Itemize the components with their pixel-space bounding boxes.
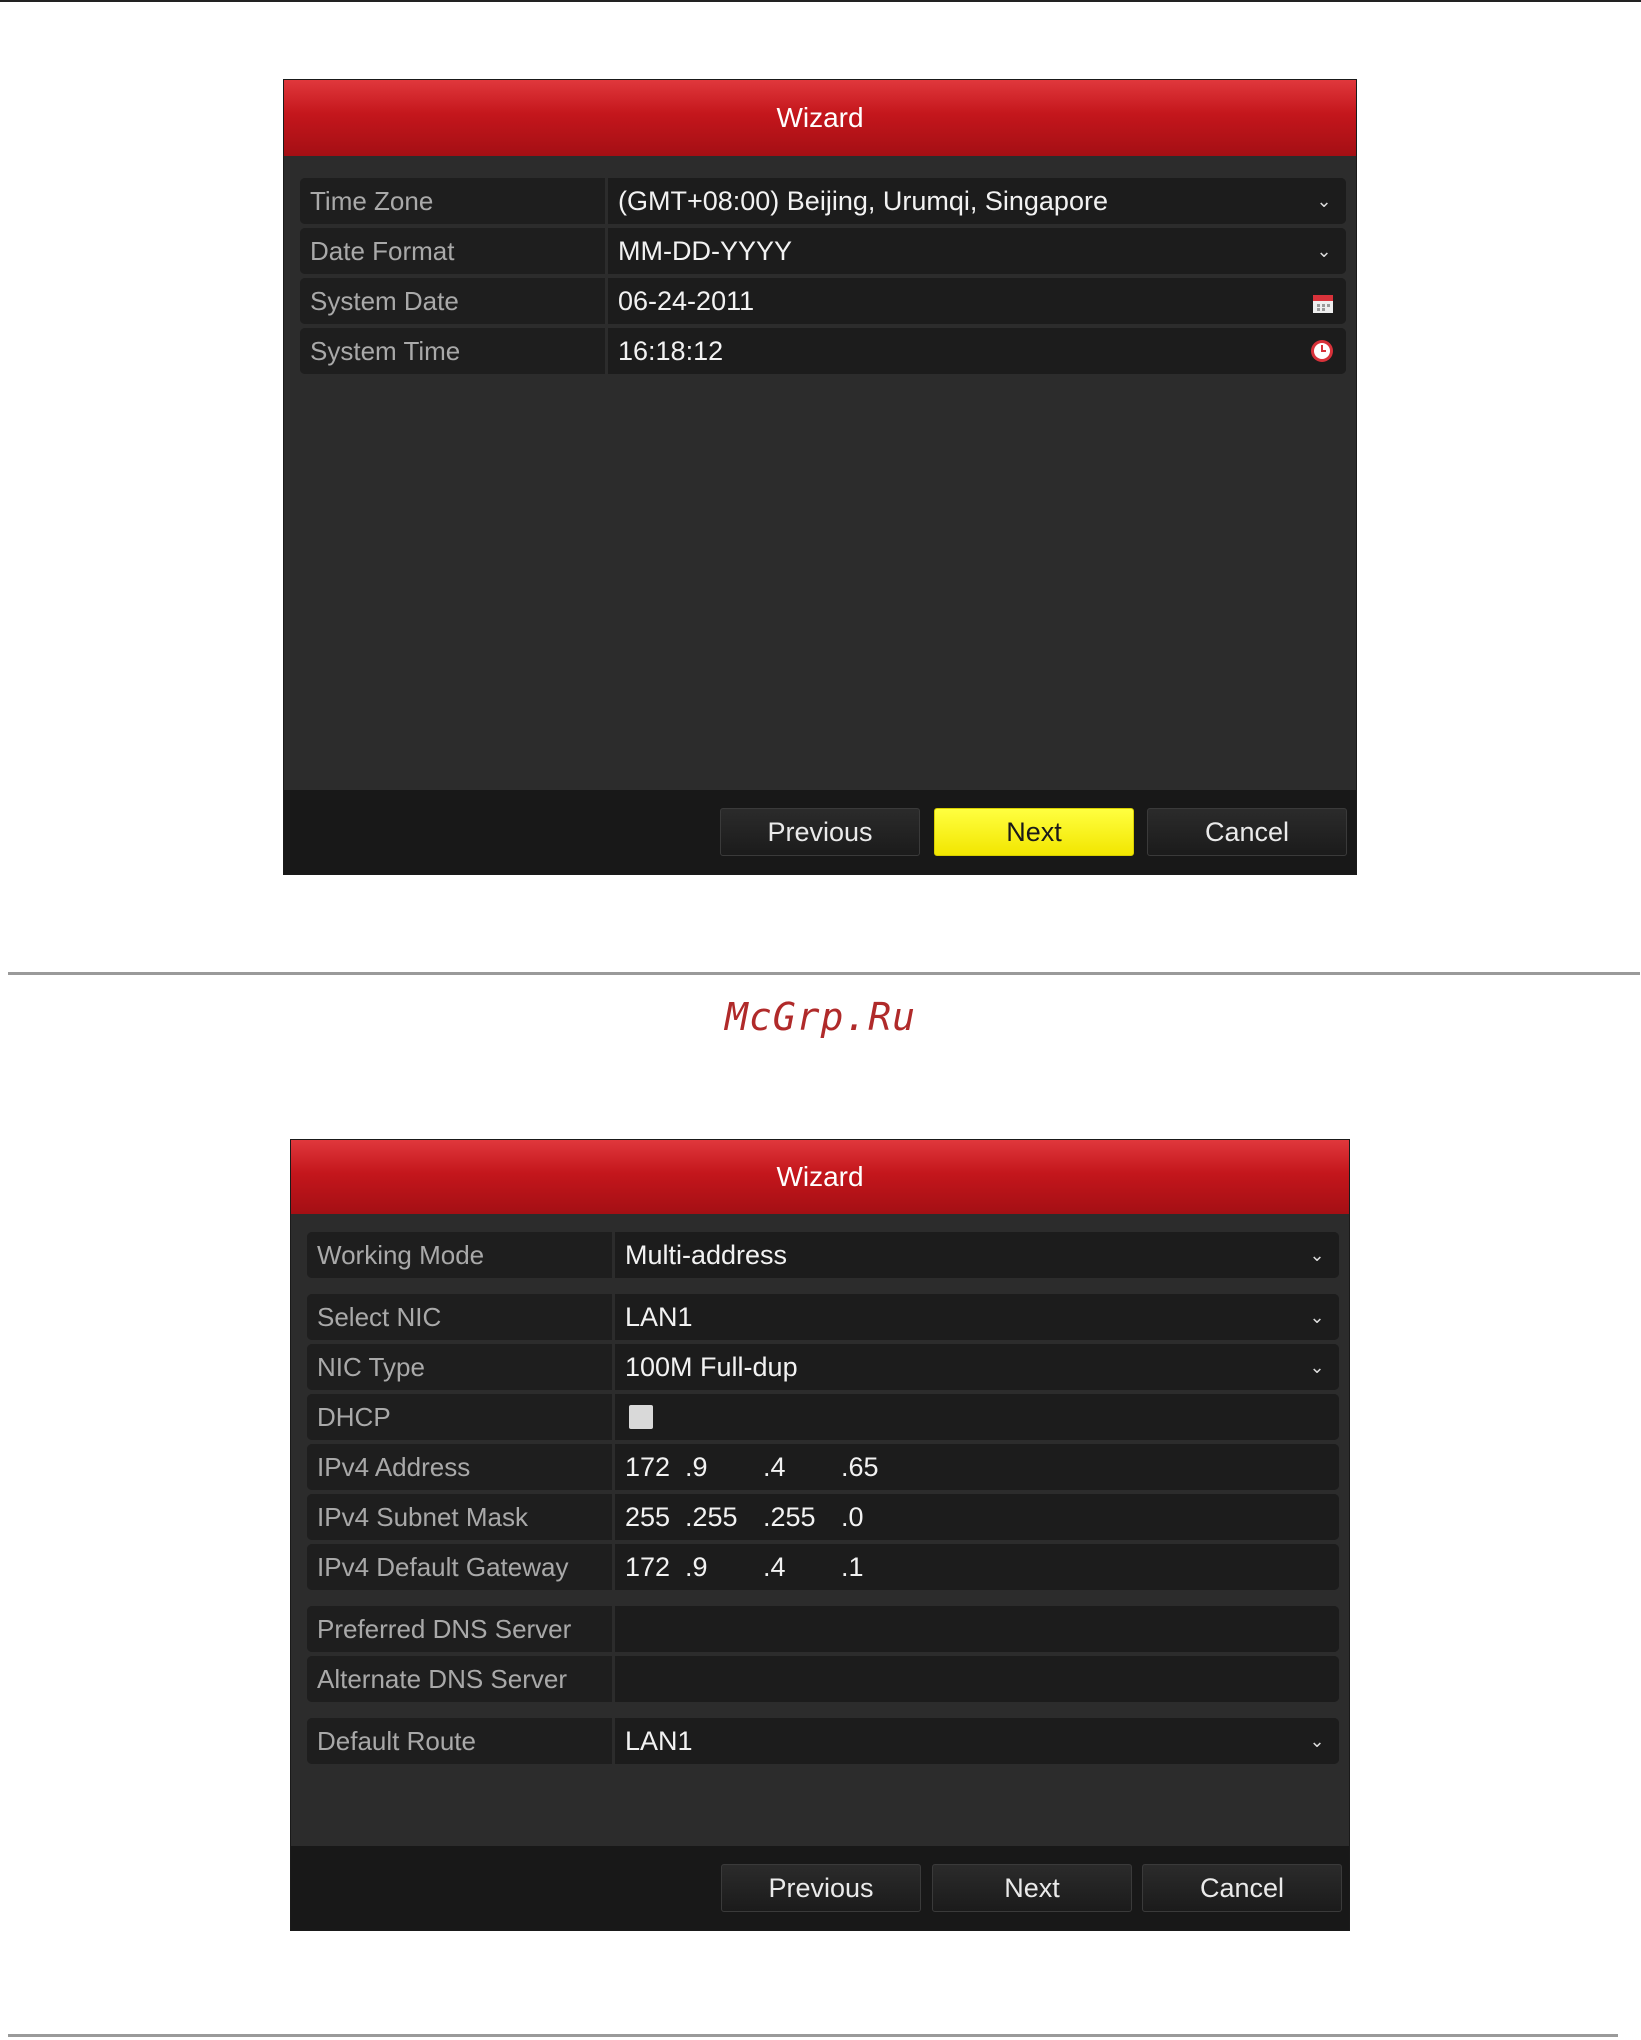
clock-icon[interactable] [1310,339,1334,363]
dhcp-checkbox[interactable] [629,1405,653,1429]
preferred-dns-row: Preferred DNS Server [307,1606,1339,1652]
select-nic-value: LAN1 [625,1301,693,1332]
ip-octet[interactable]: .9 [685,1452,763,1483]
ip-octet[interactable]: .4 [763,1552,841,1583]
date-format-label: Date Format [300,228,608,274]
dhcp-label: DHCP [307,1394,615,1440]
time-zone-label: Time Zone [300,178,608,224]
ipv4-default-gateway-input[interactable]: 172 .9 .4 .1 [615,1544,1339,1590]
working-mode-select[interactable]: Multi-address ⌄ [615,1232,1339,1278]
ipv4-subnet-mask-row: IPv4 Subnet Mask 255 .255 .255 .0 [307,1494,1339,1540]
chevron-down-icon[interactable]: ⌄ [1314,191,1334,212]
nic-type-value: 100M Full-dup [625,1351,798,1382]
nic-type-label: NIC Type [307,1344,615,1390]
cancel-button[interactable]: Cancel [1147,808,1347,856]
ipv4-default-gateway-row: IPv4 Default Gateway 172 .9 .4 .1 [307,1544,1339,1590]
previous-button[interactable]: Previous [721,1864,921,1912]
select-nic-label: Select NIC [307,1294,615,1340]
ip-octet[interactable]: 172 [625,1552,685,1583]
system-date-field[interactable]: 06-24-2011 [608,278,1346,324]
chevron-down-icon[interactable]: ⌄ [1307,1307,1327,1328]
working-mode-label: Working Mode [307,1232,615,1278]
system-time-field[interactable]: 16:18:12 [608,328,1346,374]
network-form: Working Mode Multi-address ⌄ Select NIC … [307,1232,1339,1768]
time-zone-value: (GMT+08:00) Beijing, Urumqi, Singapore [618,185,1108,216]
next-button[interactable]: Next [932,1864,1132,1912]
working-mode-value: Multi-address [625,1239,788,1270]
system-date-label: System Date [300,278,608,324]
dhcp-row: DHCP [307,1394,1339,1440]
ipv4-address-label: IPv4 Address [307,1444,615,1490]
nic-type-row: NIC Type 100M Full-dup ⌄ [307,1344,1339,1390]
dhcp-cell [615,1394,1339,1440]
chevron-down-icon[interactable]: ⌄ [1307,1245,1327,1266]
ip-octet[interactable]: 172 [625,1452,685,1483]
system-date-row: System Date 06-24-2011 [300,278,1346,324]
alternate-dns-label: Alternate DNS Server [307,1656,615,1702]
preferred-dns-input[interactable] [615,1606,1339,1652]
date-format-row: Date Format MM-DD-YYYY ⌄ [300,228,1346,274]
system-time-row: System Time 16:18:12 [300,328,1346,374]
date-format-value: MM-DD-YYYY [618,235,792,266]
next-button[interactable]: Next [934,808,1134,856]
previous-button[interactable]: Previous [720,808,920,856]
ip-octet[interactable]: 255 [625,1502,685,1533]
ipv4-address-row: IPv4 Address 172 .9 .4 .65 [307,1444,1339,1490]
date-format-select[interactable]: MM-DD-YYYY ⌄ [608,228,1346,274]
system-time-value: 16:18:12 [618,335,724,366]
chevron-down-icon[interactable]: ⌄ [1307,1731,1327,1752]
ip-octet[interactable]: .4 [763,1452,841,1483]
chevron-down-icon[interactable]: ⌄ [1314,241,1334,262]
dialog-footer: Previous Next Cancel [284,790,1356,874]
alternate-dns-input[interactable] [615,1656,1339,1702]
ip-octet[interactable]: .9 [685,1552,763,1583]
default-route-value: LAN1 [625,1725,693,1756]
ip-octet[interactable]: .65 [841,1452,919,1483]
dialog-footer: Previous Next Cancel [291,1846,1349,1930]
chevron-down-icon[interactable]: ⌄ [1307,1357,1327,1378]
ip-octet[interactable]: .255 [763,1502,841,1533]
calendar-icon[interactable] [1312,290,1334,313]
default-route-row: Default Route LAN1 ⌄ [307,1718,1339,1764]
default-route-select[interactable]: LAN1 ⌄ [615,1718,1339,1764]
working-mode-row: Working Mode Multi-address ⌄ [307,1232,1339,1278]
ipv4-default-gateway-label: IPv4 Default Gateway [307,1544,615,1590]
watermark: McGrp.Ru [724,995,917,1039]
cancel-button[interactable]: Cancel [1142,1864,1342,1912]
ip-octet[interactable]: .0 [841,1502,919,1533]
ipv4-subnet-mask-label: IPv4 Subnet Mask [307,1494,615,1540]
datetime-form: Time Zone (GMT+08:00) Beijing, Urumqi, S… [300,178,1346,378]
default-route-label: Default Route [307,1718,615,1764]
preferred-dns-label: Preferred DNS Server [307,1606,615,1652]
system-date-value: 06-24-2011 [618,285,755,316]
time-zone-row: Time Zone (GMT+08:00) Beijing, Urumqi, S… [300,178,1346,224]
dialog-title: Wizard [291,1140,1349,1214]
wizard-dialog-datetime: Wizard Time Zone (GMT+08:00) Beijing, Ur… [284,80,1356,874]
time-zone-select[interactable]: (GMT+08:00) Beijing, Urumqi, Singapore ⌄ [608,178,1346,224]
top-rule [0,0,1641,2]
select-nic-select[interactable]: LAN1 ⌄ [615,1294,1339,1340]
bottom-rule [8,2034,1618,2037]
wizard-dialog-network: Wizard Working Mode Multi-address ⌄ Sele… [291,1140,1349,1930]
dialog-title: Wizard [284,80,1356,156]
select-nic-row: Select NIC LAN1 ⌄ [307,1294,1339,1340]
alternate-dns-row: Alternate DNS Server [307,1656,1339,1702]
system-time-label: System Time [300,328,608,374]
section-divider [8,972,1640,975]
ipv4-address-input[interactable]: 172 .9 .4 .65 [615,1444,1339,1490]
ip-octet[interactable]: .1 [841,1552,919,1583]
ip-octet[interactable]: .255 [685,1502,763,1533]
ipv4-subnet-mask-input[interactable]: 255 .255 .255 .0 [615,1494,1339,1540]
nic-type-select[interactable]: 100M Full-dup ⌄ [615,1344,1339,1390]
